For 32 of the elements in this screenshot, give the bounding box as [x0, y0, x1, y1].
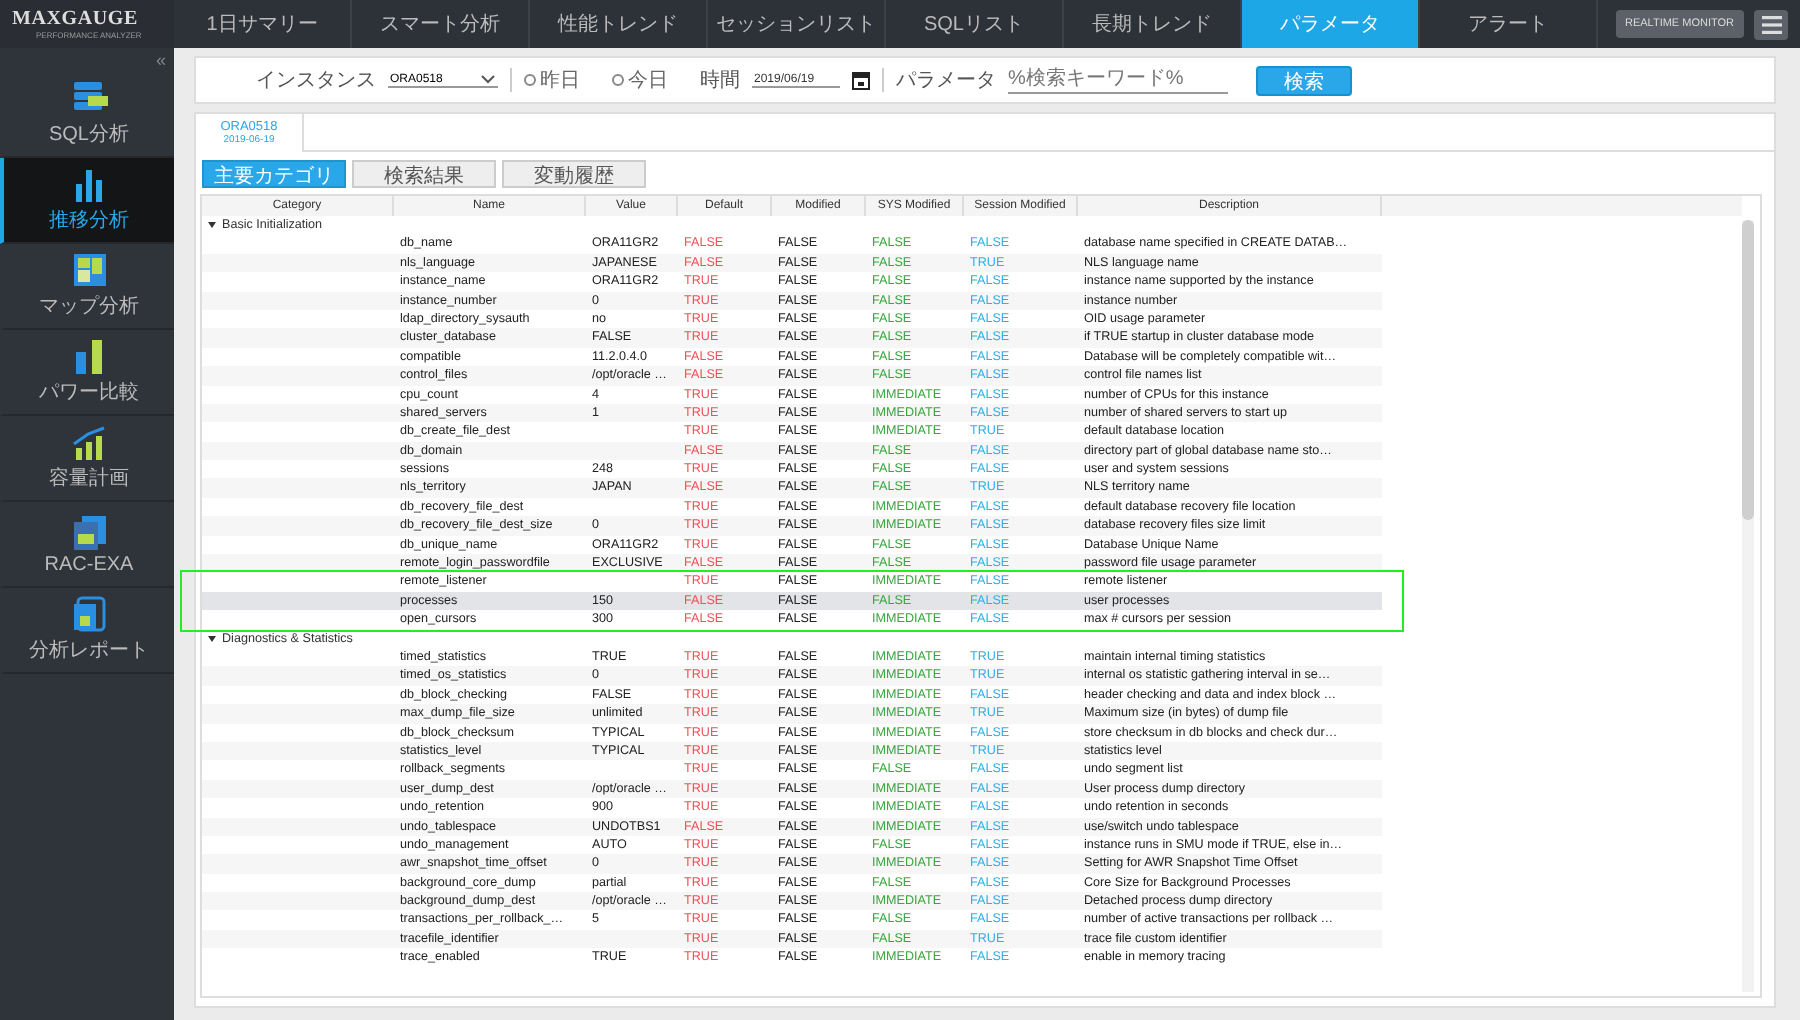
nav-tab[interactable]: セッションリスト — [708, 0, 886, 48]
sidebar-item[interactable]: パワー比較 — [0, 330, 174, 416]
expand-triangle-icon[interactable] — [208, 635, 216, 642]
calendar-icon[interactable] — [852, 70, 870, 90]
scrollbar[interactable] — [1742, 220, 1754, 992]
nav-tab[interactable]: アラート — [1420, 0, 1598, 48]
scrollbar-thumb[interactable] — [1742, 220, 1754, 520]
grid-map-icon — [69, 252, 109, 288]
growth-chart-icon — [69, 424, 109, 460]
sub-tab[interactable]: 変動履歴 — [502, 160, 646, 188]
radio-option[interactable]: 昨日 — [524, 66, 580, 94]
menu-icon — [1761, 15, 1781, 33]
database-icon — [69, 80, 109, 116]
radio-option[interactable]: 今日 — [612, 66, 668, 94]
instance-label: インスタンス — [256, 68, 376, 94]
sidebar-item[interactable]: 容量計画 — [0, 416, 174, 502]
collapse-button[interactable]: « — [147, 48, 174, 72]
sidebar-item[interactable]: マップ分析 — [0, 244, 174, 330]
time-label: 時間 — [700, 67, 740, 94]
sidebar-item[interactable]: RAC-EXA — [0, 502, 174, 588]
sidebar-item[interactable]: 推移分析 — [0, 158, 174, 244]
nav-tab[interactable]: 性能トレンド — [530, 0, 708, 48]
parameter-label: パラメータ — [896, 68, 996, 94]
nav-tab[interactable]: スマート分析 — [352, 0, 530, 48]
sidebar-item[interactable]: 分析レポート — [0, 588, 174, 674]
chevron-down-icon — [480, 74, 496, 84]
expand-triangle-icon[interactable] — [208, 222, 216, 229]
menu-button[interactable] — [1754, 9, 1788, 39]
nav-tab[interactable]: 1日サマリー — [174, 0, 352, 48]
nav-tab[interactable]: SQLリスト — [886, 0, 1064, 48]
parameter-search-field[interactable]: %検索キーワード% — [1008, 66, 1228, 94]
sub-tab[interactable]: 検索結果 — [352, 160, 496, 188]
